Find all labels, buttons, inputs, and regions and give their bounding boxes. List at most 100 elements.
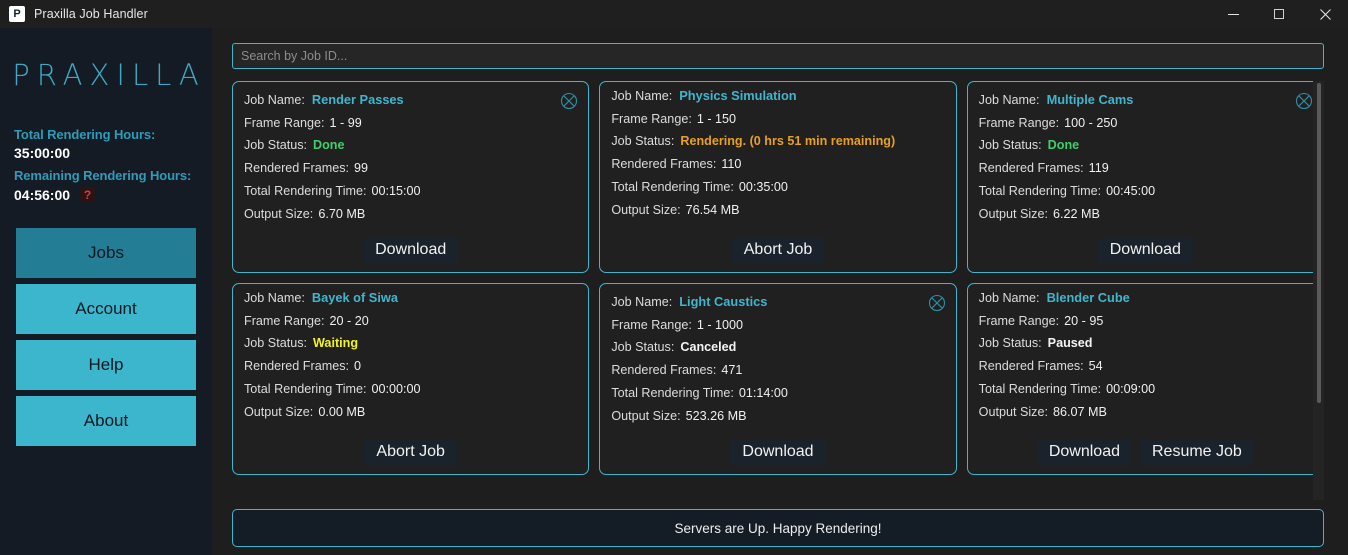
remaining-hours-text: 04:56:00	[14, 188, 70, 202]
output-size-value: 86.07 MB	[1053, 405, 1107, 419]
remaining-rendering-hours-value: 04:56:00 ?	[14, 187, 212, 202]
output-size-row: Output Size: 6.22 MB	[979, 207, 1312, 223]
total-rendering-hours-value: 35:00:00	[14, 146, 212, 160]
rendered-frames-label: Rendered Frames:	[244, 359, 349, 373]
total-rendering-time-value: 00:35:00	[739, 180, 788, 194]
job-card-actions: Download	[244, 235, 577, 264]
window-controls	[1210, 0, 1348, 28]
total-rendering-time-label: Total Rendering Time:	[611, 386, 734, 400]
job-name-row: Job Name: Physics Simulation	[611, 88, 944, 105]
scrollbar-thumb[interactable]	[1317, 83, 1321, 403]
total-rendering-time-label: Total Rendering Time:	[979, 382, 1102, 396]
total-rendering-hours-label: Total Rendering Hours:	[14, 128, 212, 141]
job-name-value: Blender Cube	[1047, 290, 1130, 305]
job-name-value: Light Caustics	[679, 294, 767, 309]
frame-range-label: Frame Range:	[244, 116, 325, 130]
job-status-row: Job Status:Waiting	[244, 336, 577, 352]
total-rendering-time-label: Total Rendering Time:	[611, 180, 734, 194]
total-rendering-time-row: Total Rendering Time: 00:35:00	[611, 180, 944, 196]
job-name-label: Job Name:	[979, 291, 1040, 305]
cancel-job-icon[interactable]	[560, 92, 578, 110]
close-icon[interactable]	[1302, 0, 1348, 28]
rendering-hours-block: Total Rendering Hours: 35:00:00 Remainin…	[14, 128, 212, 202]
rendered-frames-value: 110	[721, 157, 741, 171]
praxilla-logo-icon: P	[9, 6, 25, 22]
frame-range-row: Frame Range:1 - 99	[244, 116, 577, 132]
job-card: Job Name:Render Passes Frame Range:1 - 99…	[232, 81, 589, 273]
job-status-label: Job Status:	[611, 340, 674, 354]
rendered-frames-value: 54	[1089, 359, 1103, 373]
job-card: Job Name:Multiple Cams Frame Range:100 - …	[967, 81, 1324, 273]
job-card: Job Name:Bayek of Siwa Frame Range: 20 - 2…	[232, 283, 589, 475]
job-card-actions: Abort Job	[611, 235, 944, 264]
sidebar-item-jobs[interactable]: Jobs	[16, 228, 196, 278]
remaining-rendering-hours-label: Remaining Rendering Hours:	[14, 169, 212, 182]
rendered-frames-row: Rendered Frames:119	[979, 161, 1312, 177]
frame-range-label: Frame Range:	[611, 112, 692, 126]
total-rendering-time-row: Total Rendering Time:00:09:00	[979, 382, 1312, 398]
frame-range-value: 100 - 250	[1064, 116, 1117, 130]
total-rendering-time-row: Total Rendering Time:00:00:00	[244, 382, 577, 398]
total-rendering-time-row: Total Rendering Time:00:15:00	[244, 184, 577, 200]
frame-range-value: 20 - 20	[330, 314, 369, 328]
job-name-label: Job Name:	[611, 89, 672, 103]
total-rendering-time-value: 00:15:00	[372, 184, 421, 198]
download-button[interactable]: Download	[363, 238, 458, 264]
job-name-row: Job Name:Bayek of Siwa	[244, 290, 577, 307]
frame-range-label: Frame Range:	[979, 314, 1060, 328]
window-title: Praxilla Job Handler	[34, 7, 148, 21]
output-size-label: Output Size:	[979, 207, 1048, 221]
frame-range-value: 1 - 1000	[697, 318, 743, 332]
job-name-row: Job Name:Multiple Cams	[979, 92, 1312, 109]
frame-range-row: Frame Range:100 - 250	[979, 116, 1312, 132]
job-status-row: Job Status:Done	[244, 138, 577, 154]
job-name-row: Job Name:Light Caustics	[611, 294, 944, 311]
output-size-label: Output Size:	[611, 203, 680, 217]
help-question-icon[interactable]: ?	[80, 187, 95, 202]
cancel-job-icon[interactable]	[1295, 92, 1313, 110]
job-status-label: Job Status:	[979, 138, 1042, 152]
job-name-row: Job Name: Blender Cube	[979, 290, 1312, 307]
download-button[interactable]: Download	[1098, 238, 1193, 264]
download-button[interactable]: Download	[730, 440, 825, 466]
frame-range-value: 20 - 95	[1064, 314, 1103, 328]
job-name-value: Physics Simulation	[679, 88, 796, 103]
resume-job-button[interactable]: Resume Job	[1140, 440, 1254, 466]
output-size-row: Output Size:86.07 MB	[979, 405, 1312, 421]
maximize-icon[interactable]	[1256, 0, 1302, 28]
search-input[interactable]	[232, 43, 1324, 69]
output-size-value: 6.70 MB	[318, 207, 365, 221]
rendered-frames-value: 99	[354, 161, 368, 175]
job-card-actions: Download	[611, 437, 944, 466]
job-cards-grid: Job Name:Render Passes Frame Range:1 - 99…	[232, 81, 1324, 475]
output-size-value: 6.22 MB	[1053, 207, 1100, 221]
abort-job-button[interactable]: Abort Job	[364, 440, 456, 466]
vertical-scrollbar[interactable]	[1313, 81, 1324, 500]
job-card: Job Name:Light CausticsFrame Range:1 - 1…	[599, 283, 956, 475]
job-name-row: Job Name:Render Passes	[244, 92, 577, 109]
rendered-frames-row: Rendered Frames:99	[244, 161, 577, 177]
job-status-row: Job Status:Canceled	[611, 340, 944, 356]
frame-range-row: Frame Range: 20 - 95	[979, 314, 1312, 330]
status-badge: Done	[313, 138, 344, 152]
total-rendering-time-value: 00:00:00	[372, 382, 421, 396]
main-content: Job Name:Render Passes Frame Range:1 - 99…	[212, 28, 1348, 555]
sidebar-item-help[interactable]: Help	[16, 340, 196, 390]
status-bar-message: Servers are Up. Happy Rendering!	[674, 521, 881, 536]
output-size-value: 523.26 MB	[686, 409, 747, 423]
minimize-icon[interactable]	[1210, 0, 1256, 28]
status-badge: Paused	[1048, 336, 1093, 350]
job-name-value: Multiple Cams	[1047, 92, 1134, 107]
rendered-frames-row: Rendered Frames:0	[244, 359, 577, 375]
rendered-frames-label: Rendered Frames:	[611, 363, 716, 377]
sidebar-item-account[interactable]: Account	[16, 284, 196, 334]
job-card: Job Name: Blender Cube Frame Range: 20 - 95…	[967, 283, 1324, 475]
sidebar-nav: Jobs Account Help About	[0, 228, 212, 446]
sidebar-item-about[interactable]: About	[16, 396, 196, 446]
frame-range-label: Frame Range:	[244, 314, 325, 328]
download-button[interactable]: Download	[1037, 440, 1132, 466]
abort-job-button[interactable]: Abort Job	[732, 238, 824, 264]
total-rendering-time-value: 00:45:00	[1106, 184, 1155, 198]
cancel-job-icon[interactable]	[928, 294, 946, 312]
output-size-row: Output Size:0.00 MB	[244, 405, 577, 421]
